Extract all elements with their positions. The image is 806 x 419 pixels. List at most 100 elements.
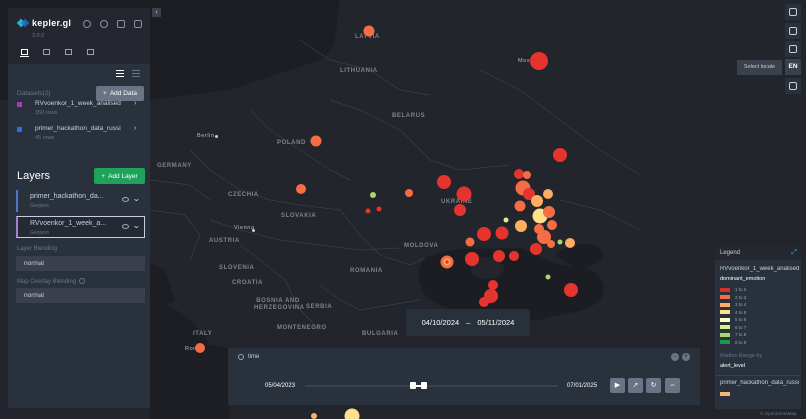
database-icon[interactable] [117,20,125,28]
data-point[interactable] [310,135,322,147]
legend-title: Legend [720,250,741,256]
data-point[interactable] [454,204,466,216]
close-icon[interactable]: × [682,353,690,361]
data-point[interactable] [479,297,489,307]
legend-item-label: 3 to 4 [735,302,747,307]
legend-item-label: 8 to 9 [735,339,747,345]
legend-swatch [720,295,730,299]
panel-header: kepler.gl 3.0.0 [8,8,150,64]
range-end: 05/11/2024 [477,318,515,327]
data-point[interactable] [514,200,526,212]
speed-button[interactable]: ⇔ [665,378,680,393]
data-point[interactable] [456,186,472,202]
kepler-logo-icon [18,19,28,27]
kepler-logo: kepler.gl [18,18,71,28]
add-data-button[interactable]: + Add Data [96,86,144,101]
pencil-icon [789,82,797,90]
3d-view-button[interactable] [785,23,801,39]
chevron-down-icon[interactable]: ⌄ [132,221,141,230]
interaction-tab-icon[interactable] [64,48,73,57]
layer-item[interactable]: primer_hackathon_da... Geojson ⌄ [16,190,145,212]
chevron-right-icon[interactable]: › [134,100,136,107]
data-point[interactable] [376,206,382,212]
basemap-tab-icon[interactable] [86,48,95,57]
eye-icon[interactable] [122,224,129,229]
split-map-button[interactable] [785,4,801,20]
chevron-down-icon[interactable]: ⌄ [132,194,141,203]
data-point[interactable] [530,243,542,255]
share-icon[interactable] [134,20,142,28]
data-point[interactable] [344,408,360,419]
legend-swatch [720,332,730,337]
overlay-blending-select[interactable]: normal [16,288,145,303]
data-point[interactable] [495,226,509,240]
data-point[interactable] [543,189,553,199]
expand-icon[interactable]: ⤢ [791,249,797,257]
data-point[interactable] [531,55,539,63]
data-point[interactable] [437,175,451,189]
loop-button[interactable]: ↻ [646,378,661,393]
speed-icon: ⇔ [669,382,676,389]
layer-type: Geojson [30,230,49,236]
data-point[interactable] [311,413,317,419]
eye-icon[interactable] [122,197,129,202]
add-layer-button[interactable]: + Add Layer [94,168,145,184]
bug-icon[interactable] [83,20,91,28]
data-point[interactable] [523,171,531,179]
legend-item: 6 to 7 [720,325,746,330]
data-point[interactable] [557,239,563,245]
list-view-icon[interactable] [116,70,124,77]
data-point[interactable] [545,274,551,280]
data-point[interactable] [553,148,567,162]
layer-blending-select[interactable]: normal [16,256,145,271]
collapse-panel-button[interactable]: ‹ [152,8,161,17]
layer-blending-label: Layer Blending [17,246,58,252]
data-point[interactable] [477,227,491,241]
animation-mode-button[interactable]: ➚ [628,378,643,393]
info-icon[interactable] [100,20,108,28]
info-icon[interactable] [79,278,86,284]
data-point[interactable] [465,237,475,247]
data-point[interactable] [509,251,519,261]
legend-panel: Legend ⤢ RVvoenkor_1_week_analised domin… [715,246,801,409]
data-point[interactable] [514,169,524,179]
rocket-icon: ➚ [632,382,639,389]
data-point[interactable] [503,217,509,223]
data-point[interactable] [531,195,543,207]
loop-icon: ↻ [650,382,657,389]
legend-toggle-button[interactable] [785,41,801,57]
data-point[interactable] [365,208,371,214]
filter-tab-icon[interactable] [42,48,51,57]
app-name: kepler.gl [32,18,72,28]
data-point[interactable] [515,220,527,232]
chevron-right-icon[interactable]: › [134,125,136,132]
play-button[interactable]: ▶ [610,378,625,393]
clock-icon [238,354,244,360]
data-point[interactable] [405,189,413,197]
data-point[interactable] [370,192,376,198]
data-point[interactable] [465,252,479,266]
data-point[interactable] [543,206,555,218]
time-slider-handle-end[interactable] [421,382,427,389]
data-point[interactable] [195,343,205,353]
data-point[interactable] [445,260,449,264]
add-layer-label: Add Layer [108,172,138,180]
layers-tab-icon[interactable] [20,48,29,57]
data-point[interactable] [296,184,306,194]
legend-swatch [720,340,730,344]
grid-view-icon[interactable] [132,70,140,77]
data-point[interactable] [564,283,578,297]
draw-button[interactable] [785,78,801,94]
layer-item-selected[interactable]: RVvoenkor_1_week_a... Geojson ⌄ [16,216,145,238]
minimize-icon[interactable]: − [671,353,679,361]
data-point[interactable] [488,280,498,290]
layer-name: RVvoenkor_1_week_a... [30,220,107,227]
time-slider-track[interactable] [305,385,558,387]
time-slider-handle-start[interactable] [410,382,416,389]
data-point[interactable] [547,220,557,230]
data-point[interactable] [493,250,505,262]
locale-button[interactable]: EN [785,59,801,75]
data-point[interactable] [547,240,555,248]
data-point[interactable] [363,25,375,37]
data-point[interactable] [565,238,575,248]
